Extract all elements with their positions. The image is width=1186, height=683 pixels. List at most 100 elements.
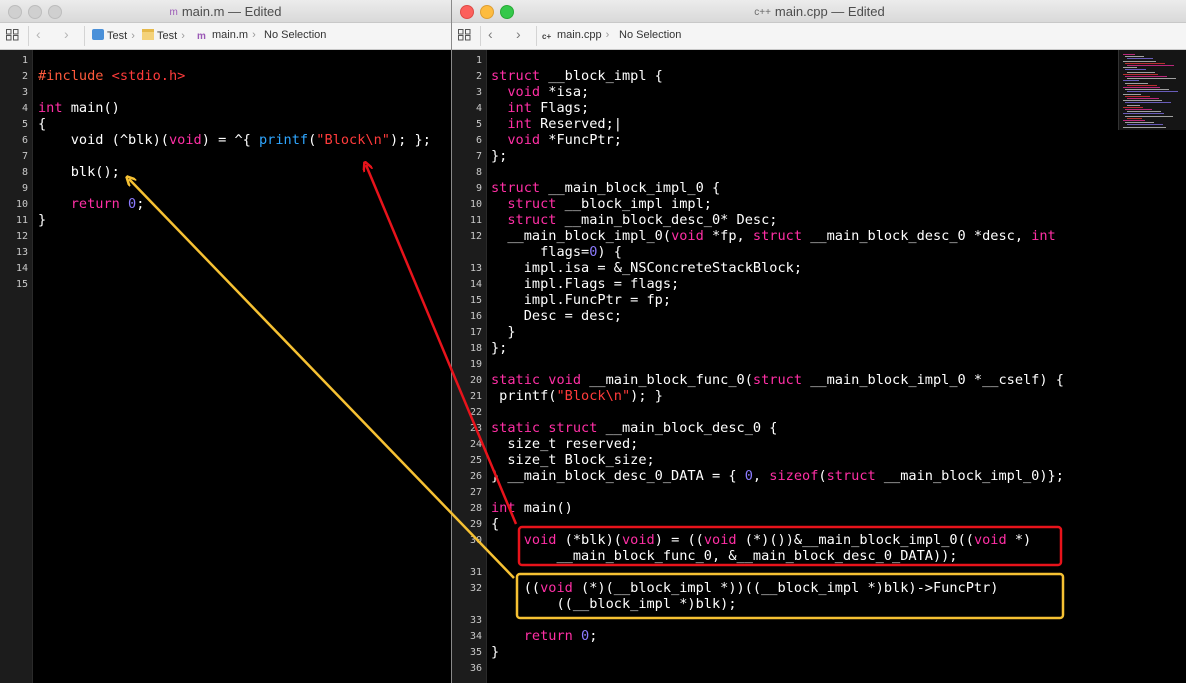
breadcrumb-no-selection[interactable]: No Selection — [264, 29, 326, 41]
line-number: 2 — [21, 71, 28, 82]
code-token: }; — [491, 340, 508, 356]
minimap-line — [1123, 80, 1139, 82]
minimap-line — [1125, 95, 1150, 97]
code-line: void (^blk)(void) = ^{ printf("Block\n")… — [38, 132, 431, 148]
code-editor-area[interactable]: #include <stdio.h> int main(){ void (^blk… — [33, 50, 451, 683]
breadcrumb-group-test[interactable]: Test › — [142, 29, 185, 42]
minimap[interactable] — [1118, 50, 1186, 130]
minimap-line — [1127, 78, 1176, 80]
back-chevron-icon[interactable]: ‹ — [488, 26, 493, 42]
breadcrumb-label: main.cpp — [557, 29, 602, 41]
code-token: struct — [548, 420, 598, 436]
code-editor-area[interactable]: struct __block_impl { void *isa; int Fla… — [487, 50, 1186, 683]
breadcrumb-no-selection[interactable]: No Selection — [619, 29, 681, 41]
line-number: 31 — [469, 567, 482, 578]
code-token: int — [1031, 228, 1056, 244]
code-line: size_t Block_size; — [491, 452, 655, 468]
line-number: 8 — [21, 167, 28, 178]
cpp-file-icon: c++ — [754, 7, 771, 18]
code-token: "Block\n" — [316, 132, 390, 148]
line-number: 13 — [469, 263, 482, 274]
code-token: __main_block_impl_0 { — [540, 180, 721, 196]
line-number: 26 — [469, 471, 482, 482]
minimap-line — [1123, 60, 1156, 62]
line-number: 19 — [469, 359, 482, 370]
minimap-line — [1125, 62, 1165, 64]
line-number: 22 — [469, 407, 482, 418]
breadcrumb-file-main-m[interactable]: m main.m › — [197, 29, 256, 42]
code-token: void — [168, 132, 202, 148]
code-token: , — [752, 468, 770, 484]
code-token: __main_block_impl_0)}; — [875, 468, 1064, 484]
line-number: 32 — [469, 583, 482, 594]
breadcrumb-label: Test — [107, 30, 128, 42]
code-token: size_t Block_size; — [491, 452, 655, 468]
code-line: } __main_block_desc_0_DATA = { 0, sizeof… — [491, 468, 1064, 484]
objc-file-icon: m — [169, 7, 178, 18]
minimap-line — [1123, 67, 1137, 69]
line-number: 7 — [21, 151, 28, 162]
code-token: __main_block_func_0( — [581, 372, 753, 388]
line-number: 2 — [475, 71, 482, 82]
code-line: void *FuncPtr; — [491, 132, 622, 148]
code-token: } — [491, 324, 516, 340]
code-line: return 0; — [491, 628, 598, 644]
minimap-line — [1125, 115, 1173, 117]
minimap-line — [1125, 69, 1146, 71]
related-items-grid-icon[interactable] — [458, 29, 471, 44]
code-token: flags= — [491, 244, 590, 260]
code-line: return 0; — [38, 196, 145, 212]
code-token: (*)(__block_impl *))((__block_impl *)blk… — [572, 580, 999, 596]
code-token: void — [671, 228, 704, 244]
code-line: void *isa; — [491, 84, 589, 100]
code-token: __main_block_desc_0 { — [597, 420, 778, 436]
back-chevron-icon[interactable]: ‹ — [36, 26, 41, 42]
minimap-line — [1123, 54, 1135, 55]
breadcrumb-file-main-cpp[interactable]: c+ main.cpp › — [542, 29, 609, 43]
code-line: int Reserved;| — [491, 116, 622, 132]
line-number: 10 — [469, 199, 482, 210]
code-line: { — [491, 516, 499, 532]
line-number: 1 — [475, 55, 482, 66]
code-token: { — [38, 116, 47, 132]
minimap-line — [1127, 124, 1163, 126]
code-line: flags=0) { — [491, 244, 622, 260]
code-line: struct __block_impl impl; — [491, 196, 712, 212]
line-number-gutter: 1 2 3 4 5 6 7 8 9 10 11 12 13 14 15 — [0, 50, 33, 683]
line-number: 11 — [15, 215, 28, 226]
left-editor-window: m main.m — Edited ‹ › Test › Test › m main.m… — [0, 0, 451, 683]
forward-chevron-icon[interactable]: › — [516, 26, 521, 42]
minimap-line — [1127, 84, 1157, 86]
line-number: 9 — [21, 183, 28, 194]
code-token: 0 — [128, 196, 137, 212]
code-line: blk(); — [38, 164, 120, 180]
forward-chevron-icon[interactable]: › — [64, 26, 69, 42]
code-token: struct — [752, 372, 803, 388]
line-number: 13 — [15, 247, 28, 258]
code-token: return — [70, 196, 120, 212]
minimap-line — [1125, 56, 1144, 58]
code-token: struct — [752, 228, 803, 244]
objc-file-icon: m — [197, 31, 206, 42]
related-items-grid-icon[interactable] — [6, 29, 19, 44]
line-number: 4 — [475, 103, 482, 114]
breadcrumb-project-test[interactable]: Test › — [92, 29, 135, 42]
minimap-line — [1123, 100, 1162, 102]
minimap-line — [1127, 117, 1142, 119]
code-token: __block_impl impl; — [556, 196, 712, 212]
code-token: struct — [507, 196, 557, 212]
code-line: ((__block_impl *)blk); — [491, 596, 736, 612]
breadcrumb-label: Test — [157, 30, 178, 42]
code-line: #include <stdio.h> — [38, 68, 185, 84]
code-token: void — [507, 132, 541, 148]
code-token: struct — [507, 212, 557, 228]
code-token: void (^blk)( — [38, 132, 169, 148]
minimap-line — [1123, 87, 1160, 88]
right-jump-bar: ‹ › c+ main.cpp › No Selection — [452, 23, 1186, 50]
code-line: impl.FuncPtr = fp; — [491, 292, 671, 308]
